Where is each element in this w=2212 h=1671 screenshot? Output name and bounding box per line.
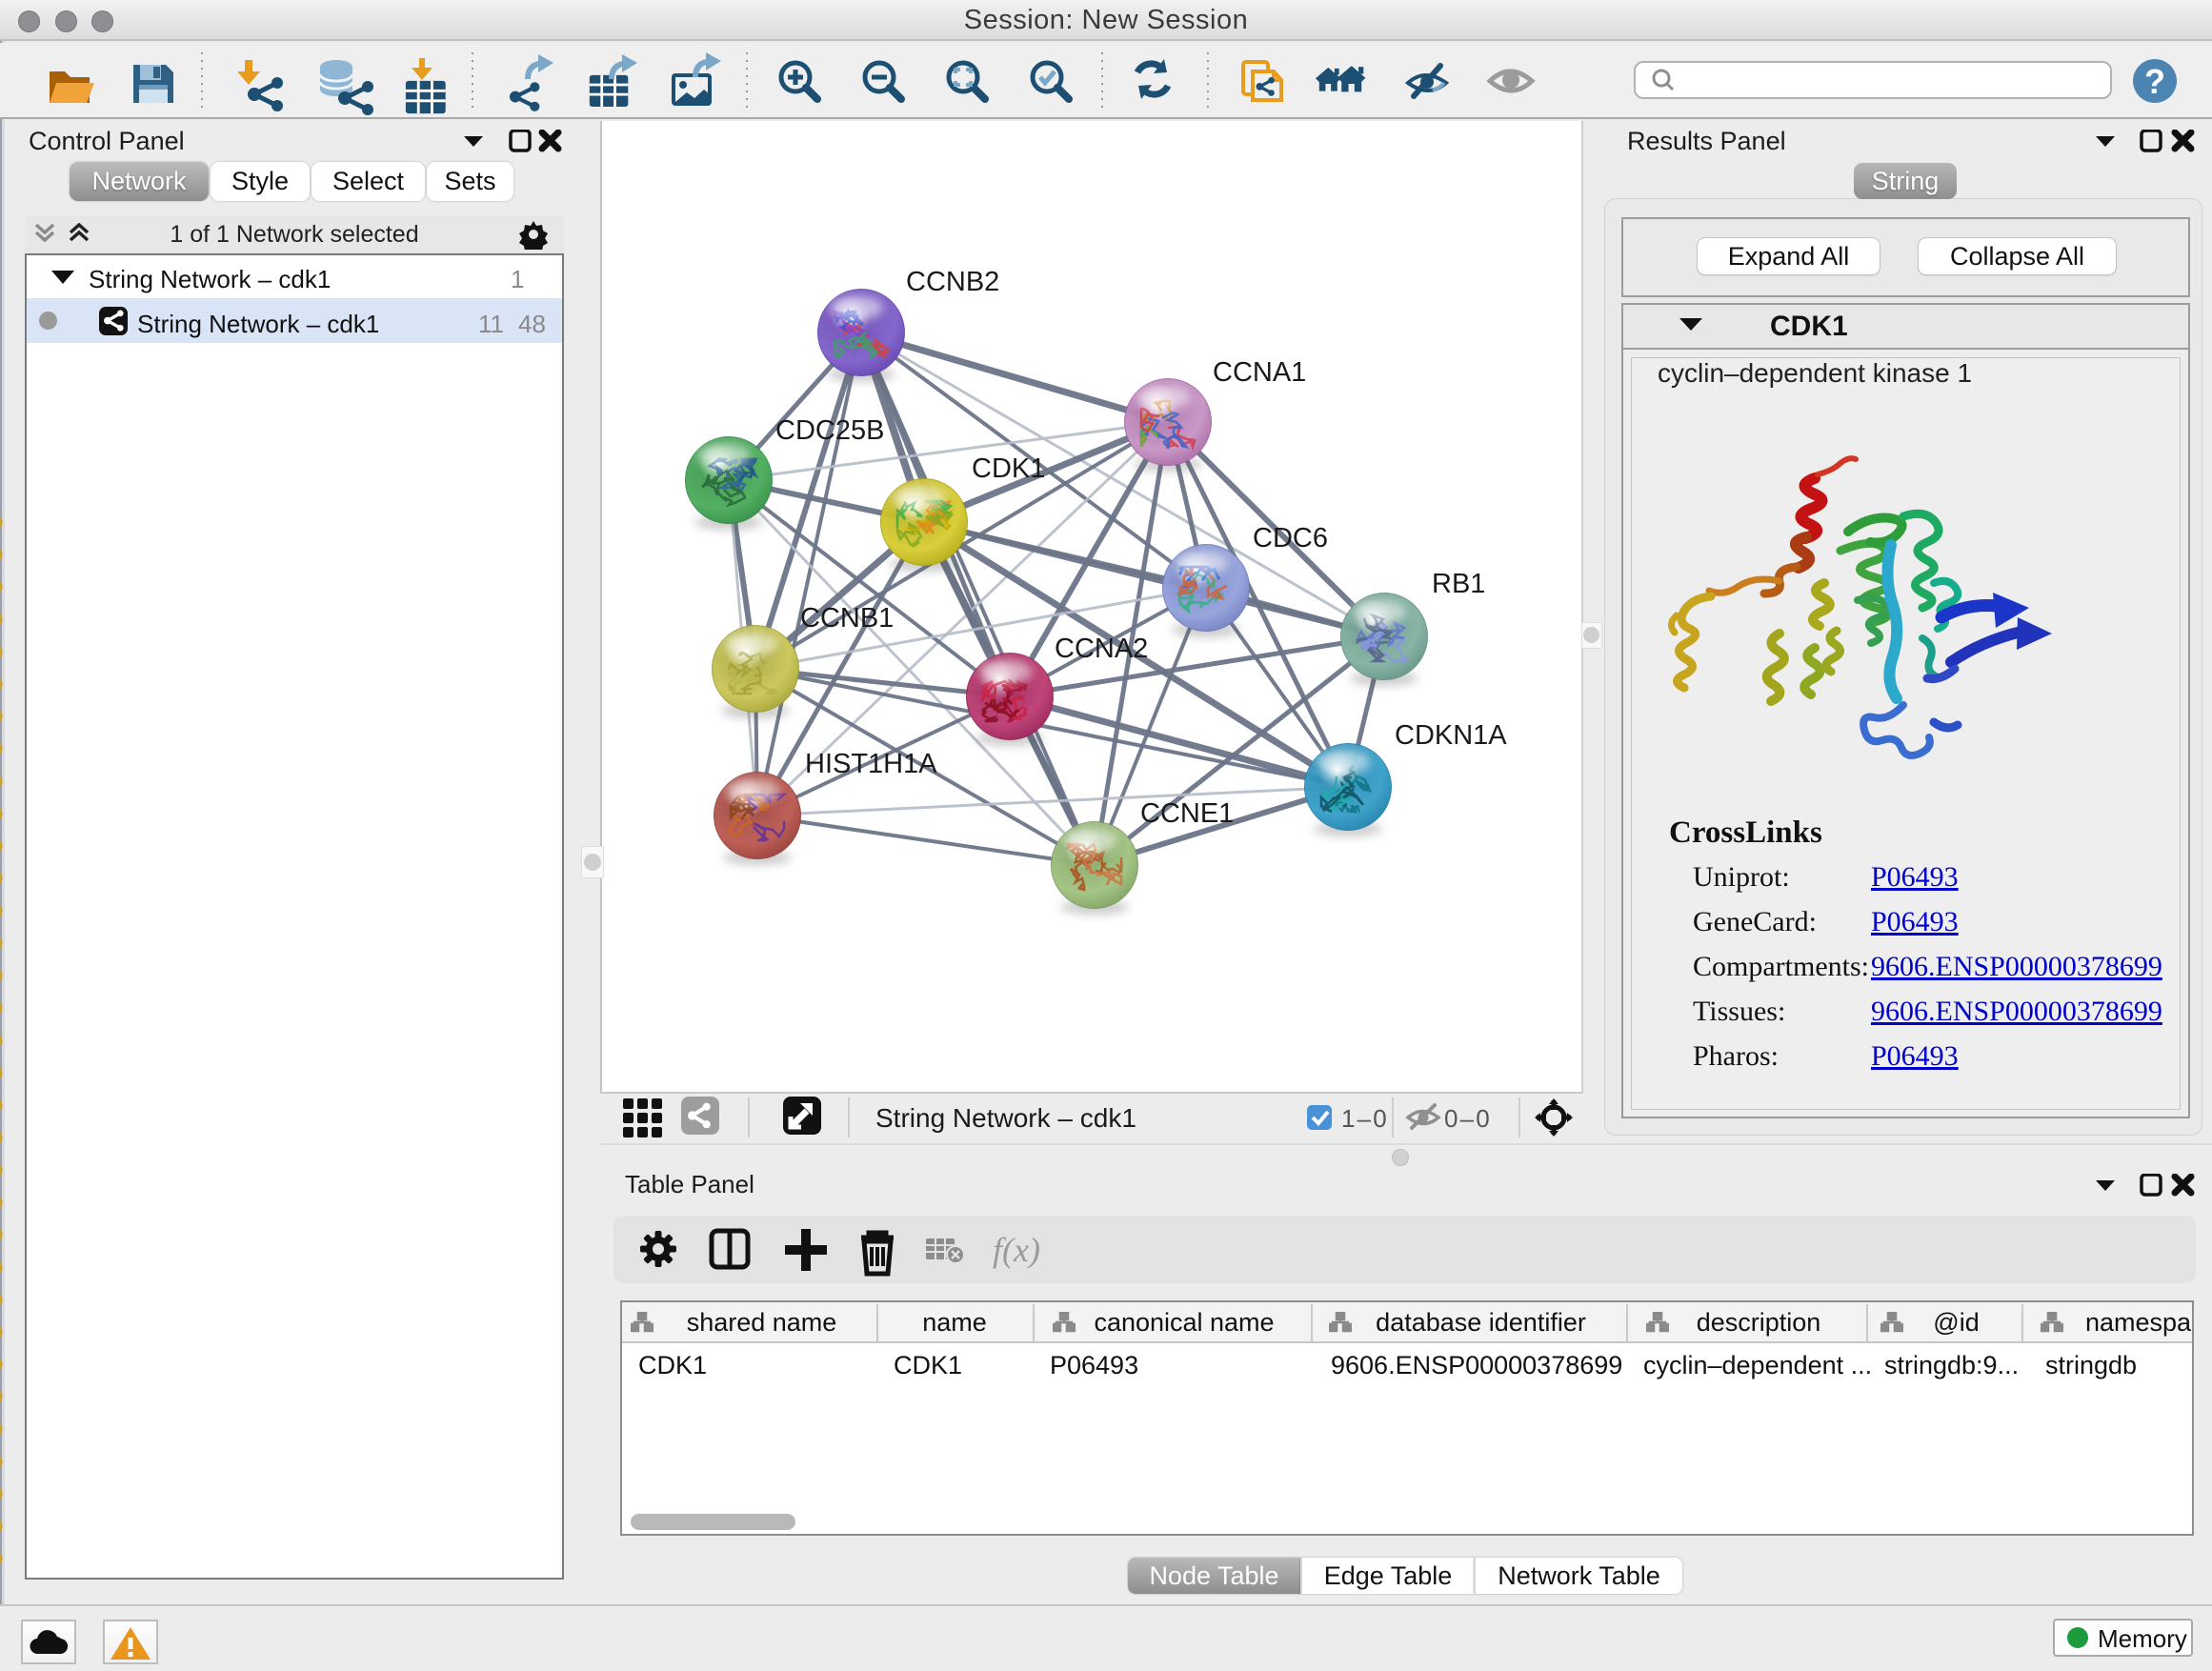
svg-text:CCNA1: CCNA1 [1213, 357, 1306, 388]
svg-text:CCNE1: CCNE1 [1140, 798, 1234, 829]
svg-text:1 – 0: 1 – 0 [1341, 1104, 1387, 1133]
svg-text:CCNB2: CCNB2 [906, 267, 999, 297]
svg-text:RB1: RB1 [1432, 569, 1485, 599]
svg-text:CDKN1A: CDKN1A [1395, 720, 1507, 751]
svg-text:f(x): f(x) [993, 1231, 1040, 1269]
svg-text:CDK1: CDK1 [972, 453, 1045, 484]
svg-text:CDC6: CDC6 [1253, 523, 1328, 554]
svg-text:CCNA2: CCNA2 [1055, 634, 1148, 664]
svg-text:?: ? [2144, 62, 2165, 101]
svg-text:CDC25B: CDC25B [775, 415, 884, 446]
svg-text:String Network – cdk1: String Network – cdk1 [875, 1103, 1136, 1133]
svg-text:CCNB1: CCNB1 [800, 603, 894, 634]
svg-text:0 – 0: 0 – 0 [1444, 1104, 1490, 1133]
svg-text:HIST1H1A: HIST1H1A [805, 749, 937, 779]
